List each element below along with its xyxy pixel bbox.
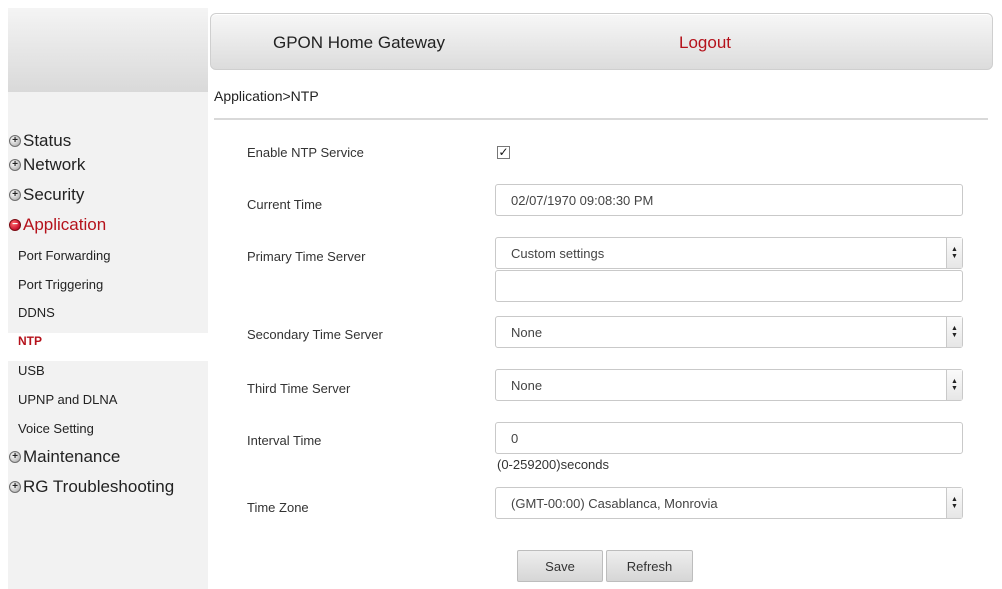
secondary-server-value: None — [511, 324, 543, 340]
current-time-value: 02/07/1970 09:08:30 PM — [511, 192, 654, 208]
sidebar-subitem-label: UPNP and DLNA — [18, 391, 118, 407]
plus-circle-icon: + — [9, 189, 21, 201]
save-button[interactable]: Save — [517, 550, 603, 582]
sidebar-subitem-port-triggering[interactable]: Port Triggering — [18, 274, 103, 294]
current-time-field[interactable]: 02/07/1970 09:08:30 PM — [495, 184, 963, 216]
sidebar-item-application[interactable]: − Application — [8, 210, 106, 240]
third-server-select[interactable]: None ▲ ▼ — [495, 369, 963, 401]
primary-server-label: Primary Time Server — [247, 249, 366, 264]
app-title: GPON Home Gateway — [273, 33, 445, 52]
interval-hint: (0-259200)seconds — [497, 457, 610, 472]
sidebar-item-label: RG Troubleshooting — [23, 477, 175, 496]
sidebar-item-security[interactable]: + Security — [8, 180, 84, 210]
third-server-label: Third Time Server — [247, 381, 351, 396]
secondary-server-label: Secondary Time Server — [247, 327, 383, 342]
minus-circle-icon: − — [9, 219, 21, 231]
primary-server-value: Custom settings — [511, 245, 605, 261]
third-server-value: None — [511, 377, 543, 393]
sidebar-item-maintenance[interactable]: + Maintenance — [8, 442, 120, 472]
divider — [214, 118, 988, 120]
sidebar-subitem-label: DDNS — [18, 304, 55, 320]
sidebar-subitem-label: Port Triggering — [18, 276, 104, 292]
time-zone-select[interactable]: (GMT-00:00) Casablanca, Monrovia ▲ ▼ — [495, 487, 963, 519]
sidebar-item-label: Security — [23, 185, 85, 204]
primary-server-select[interactable]: Custom settings ▲ ▼ — [495, 237, 963, 269]
plus-circle-icon: + — [9, 159, 21, 171]
refresh-button[interactable]: Refresh — [606, 550, 693, 582]
plus-circle-icon: + — [9, 481, 21, 493]
sidebar-item-rg-troubleshooting[interactable]: + RG Troubleshooting — [8, 472, 174, 502]
sidebar-item-label: Application — [23, 215, 107, 234]
dropdown-arrow-icon: ▲ ▼ — [946, 317, 962, 347]
dropdown-arrow-icon: ▲ ▼ — [946, 370, 962, 400]
sidebar-subitem-label: NTP — [18, 334, 42, 348]
plus-circle-icon: + — [9, 135, 21, 147]
sidebar-subitem-ddns[interactable]: DDNS — [18, 302, 55, 322]
enable-ntp-label: Enable NTP Service — [247, 145, 364, 160]
sidebar-subitem-label: USB — [18, 362, 45, 378]
sidebar-subitem-ntp[interactable]: NTP — [18, 331, 42, 351]
enable-ntp-checkbox[interactable]: ✓ — [497, 146, 510, 159]
interval-value: 0 — [511, 430, 519, 446]
sidebar: + Status + Network + Security − Applicat… — [8, 8, 208, 589]
sidebar-header — [8, 8, 208, 92]
dropdown-arrow-icon: ▲ ▼ — [946, 238, 962, 268]
breadcrumb: Application>NTP — [214, 88, 319, 104]
sidebar-subitem-voice-setting[interactable]: Voice Setting — [18, 418, 94, 438]
plus-circle-icon: + — [9, 451, 21, 463]
sidebar-subitem-upnp-dlna[interactable]: UPNP and DLNA — [18, 389, 117, 409]
header-bar: GPON Home Gateway Logout — [210, 13, 993, 70]
interval-input[interactable]: 0 — [495, 422, 963, 454]
sidebar-item-label: Status — [23, 131, 72, 150]
sidebar-item-label: Maintenance — [23, 447, 121, 466]
sidebar-item-network[interactable]: + Network — [8, 150, 85, 180]
sidebar-subitem-label: Voice Setting — [18, 420, 94, 436]
dropdown-arrow-icon: ▲ ▼ — [946, 488, 962, 518]
current-time-label: Current Time — [247, 197, 323, 212]
primary-server-custom-input[interactable] — [495, 270, 963, 302]
time-zone-label: Time Zone — [247, 500, 309, 515]
logout-link[interactable]: Logout — [679, 33, 731, 53]
interval-label: Interval Time — [247, 433, 322, 448]
sidebar-subitem-port-forwarding[interactable]: Port Forwarding — [18, 245, 110, 265]
secondary-server-select[interactable]: None ▲ ▼ — [495, 316, 963, 348]
sidebar-subitem-usb[interactable]: USB — [18, 360, 45, 380]
time-zone-value: (GMT-00:00) Casablanca, Monrovia — [511, 495, 718, 511]
sidebar-item-label: Network — [23, 155, 86, 174]
sidebar-subitem-label: Port Forwarding — [18, 247, 111, 263]
